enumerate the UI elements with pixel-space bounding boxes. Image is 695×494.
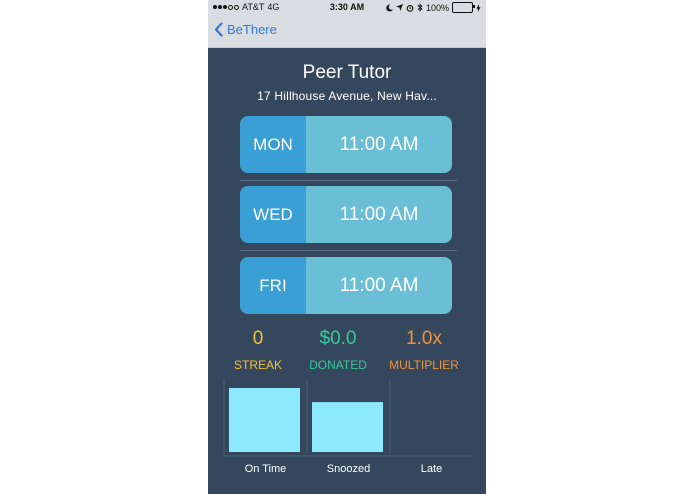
chart-category-label: Snoozed [327, 463, 370, 475]
schedule-row-wed[interactable]: WED 11:00 AM [240, 186, 452, 243]
bluetooth-icon [417, 3, 423, 12]
day-time: 11:00 AM [306, 257, 452, 314]
phone-screen: AT&T 4G 3:30 AM 100% BeThere Peer Tutor … [208, 0, 486, 494]
chart-category-label: On Time [245, 463, 287, 475]
status-right: 100% [386, 2, 481, 13]
day-label: WED [240, 186, 306, 243]
attendance-chart: On Time Snoozed Late [222, 380, 472, 480]
day-time: 11:00 AM [306, 116, 452, 173]
status-bar: AT&T 4G 3:30 AM 100% [208, 0, 486, 16]
chart-bar [229, 388, 300, 452]
day-label: MON [240, 116, 306, 173]
stat-streak: 0 STREAK [212, 328, 304, 372]
back-button[interactable]: BeThere [214, 22, 277, 37]
day-time: 11:00 AM [306, 186, 452, 243]
battery-percent: 100% [425, 2, 449, 13]
chart-category-label: Late [421, 463, 442, 475]
day-label: FRI [240, 257, 306, 314]
stat-label: DONATED [309, 358, 367, 372]
attendance-chart-svg: On Time Snoozed Late [223, 380, 472, 475]
schedule-row-mon[interactable]: MON 11:00 AM [240, 116, 452, 173]
moon-icon [386, 3, 393, 11]
page-title: Peer Tutor [302, 62, 392, 83]
row-separator [240, 180, 457, 181]
stat-label: MULTIPLIER [389, 358, 459, 372]
location-arrow-icon [395, 4, 403, 11]
chevron-left-icon [214, 22, 223, 37]
navigation-bar: BeThere [208, 16, 486, 48]
alarm-icon [406, 4, 414, 12]
stat-value: $0.0 [319, 328, 357, 349]
stat-value: 1.0x [406, 328, 442, 349]
stat-multiplier: 1.0x MULTIPLIER [378, 328, 470, 372]
charging-bolt-icon [476, 3, 481, 12]
chart-bar [312, 402, 383, 452]
schedule-row-fri[interactable]: FRI 11:00 AM [240, 257, 452, 314]
stat-donated: $0.0 DONATED [292, 328, 384, 372]
battery-icon [452, 2, 475, 13]
page: AT&T 4G 3:30 AM 100% BeThere Peer Tutor … [0, 0, 695, 494]
stat-label: STREAK [233, 358, 282, 372]
back-button-label: BeThere [227, 22, 277, 37]
stat-value: 0 [252, 328, 264, 349]
event-address: 17 Hillhouse Avenue, New Hav... [257, 89, 437, 103]
row-separator [240, 250, 457, 251]
